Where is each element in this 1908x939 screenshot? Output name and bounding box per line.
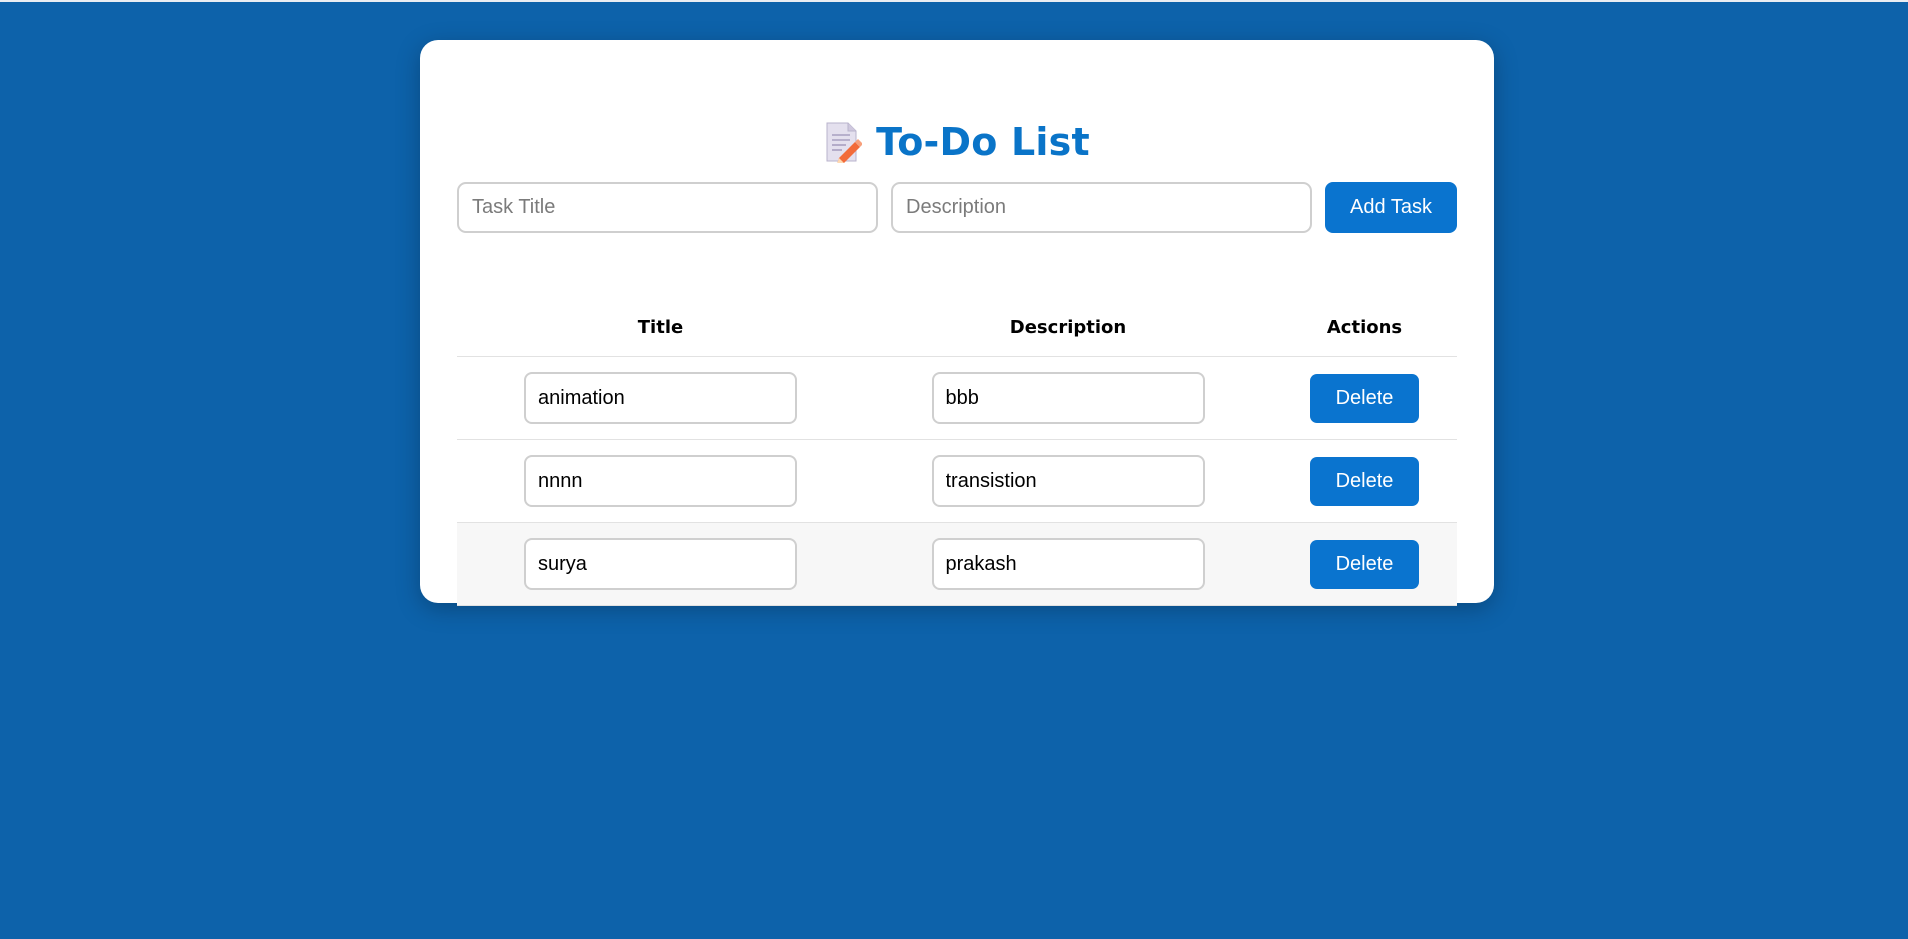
table-row: Delete: [457, 356, 1457, 440]
title-cell: [457, 522, 864, 606]
tasks-table: Title Description Actions Delete: [457, 298, 1457, 606]
task-description-input[interactable]: [891, 182, 1312, 233]
table-row: Delete: [457, 439, 1457, 523]
column-header-description: Description: [864, 298, 1272, 357]
table-header-row: Title Description Actions: [457, 298, 1457, 357]
actions-cell: Delete: [1272, 522, 1457, 606]
delete-button[interactable]: Delete: [1310, 539, 1419, 589]
table-row: Delete: [457, 522, 1457, 606]
todo-card: To-Do List Add Task Title Description Ac…: [420, 40, 1494, 606]
actions-cell: Delete: [1272, 439, 1457, 523]
task-description-field[interactable]: [931, 455, 1205, 507]
top-border: [0, 0, 1908, 2]
task-title-field[interactable]: [524, 455, 797, 507]
delete-button[interactable]: Delete: [1310, 456, 1419, 506]
description-cell: [864, 439, 1272, 523]
column-header-title: Title: [457, 298, 864, 357]
add-task-button[interactable]: Add Task: [1325, 182, 1457, 233]
description-cell: [864, 356, 1272, 440]
page-title: To-Do List: [876, 120, 1090, 164]
column-header-actions: Actions: [1272, 298, 1457, 357]
task-title-field[interactable]: [524, 538, 797, 590]
description-cell: [864, 522, 1272, 606]
task-title-field[interactable]: [524, 372, 797, 424]
task-title-input[interactable]: [457, 182, 878, 233]
memo-icon: [824, 121, 864, 164]
task-description-field[interactable]: [931, 538, 1205, 590]
title-cell: [457, 439, 864, 523]
task-description-field[interactable]: [931, 372, 1205, 424]
delete-button[interactable]: Delete: [1310, 373, 1419, 423]
title-row: To-Do List: [420, 110, 1494, 174]
add-task-form: Add Task: [457, 182, 1457, 234]
title-cell: [457, 356, 864, 440]
actions-cell: Delete: [1272, 356, 1457, 440]
